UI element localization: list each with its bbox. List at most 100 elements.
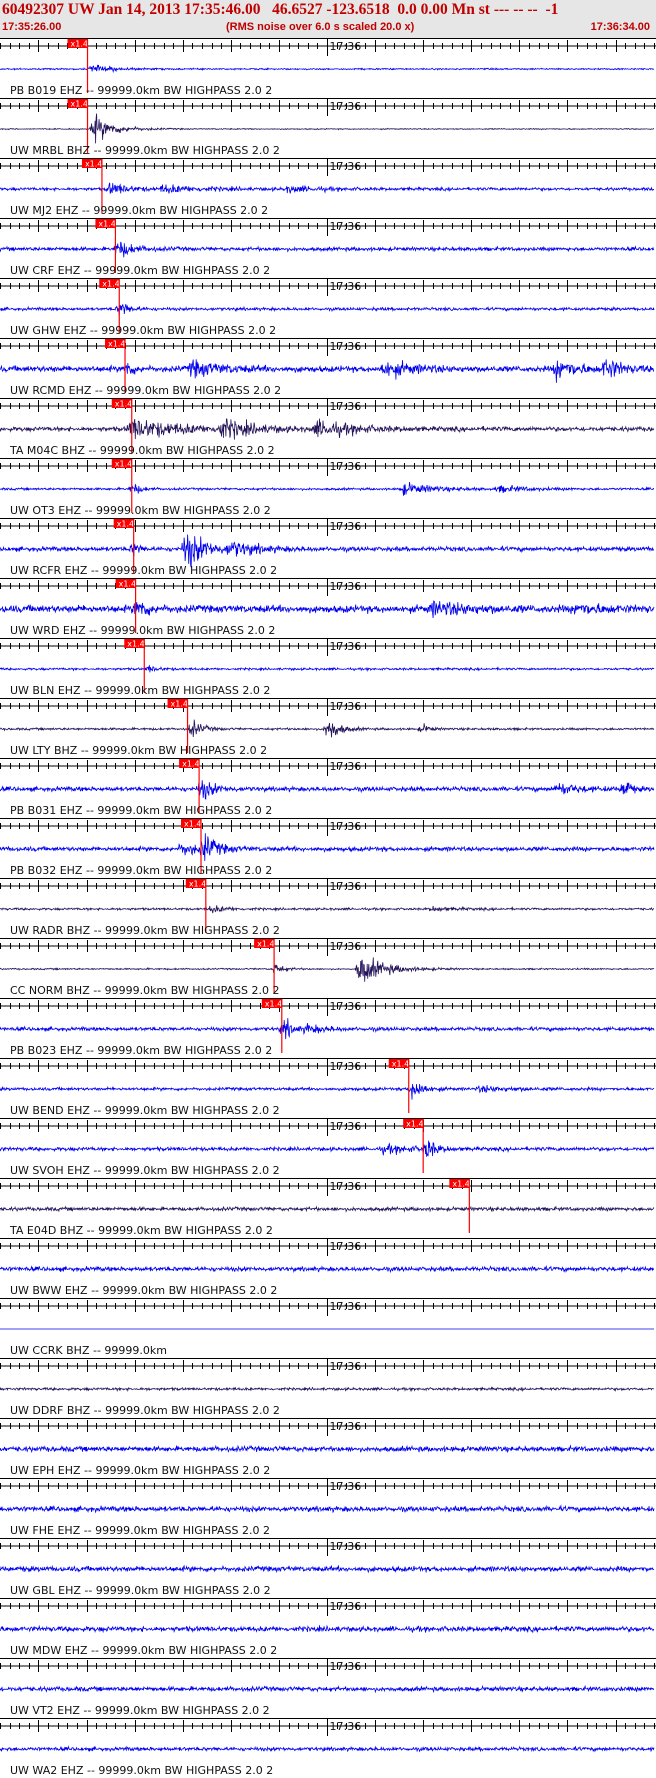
minute-label: 17:36	[330, 880, 362, 893]
minute-label: 17:36	[330, 640, 362, 653]
minute-label: 17:36	[330, 820, 362, 833]
waveform	[0, 905, 655, 914]
minute-label: 17:36	[330, 760, 362, 773]
waveform	[0, 241, 655, 258]
channel-label: UW GBL EHZ -- 99999.0km BW HIGHPASS 2.0 …	[10, 1584, 271, 1597]
waveform	[0, 719, 655, 738]
trace-panel: 17:36 x1.4 UW CRF EHZ -- 99999.0km BW HIGH…	[0, 218, 656, 277]
trace-panel: 17:36 x1.4 CC NORM BHZ -- 99999.0km BW HIG…	[0, 938, 656, 997]
channel-label: UW SVOH EHZ -- 99999.0km BW HIGHPASS 2.0…	[10, 1164, 280, 1177]
waveform	[0, 534, 655, 569]
waveform	[0, 1504, 655, 1514]
trace-panel: 17:36 UW BWW EHZ -- 99999.0km BW HIGHPASS…	[0, 1238, 656, 1297]
channel-label: UW GHW EHZ -- 99999.0km BW HIGHPASS 2.0 …	[10, 324, 276, 337]
pick-label: x1.4	[127, 640, 144, 649]
trace-panel: 17:36 UW FHE EHZ -- 99999.0km BW HIGHPASS…	[0, 1478, 656, 1537]
channel-label: TA M04C BHZ -- 99999.0km BW HIGHPASS 2.0…	[9, 444, 275, 457]
pick-label: x1.4	[119, 580, 136, 589]
waveform	[0, 1205, 655, 1213]
pick-label: x1.4	[189, 880, 206, 889]
trace-panel: 17:36 x1.4 UW SVOH EHZ -- 99999.0km BW HIG…	[0, 1118, 656, 1177]
trace-panel: 17:36 UW MDW EHZ -- 99999.0km BW HIGHPASS…	[0, 1598, 656, 1657]
trace-panel: 17:36 x1.4 UW BLN EHZ -- 99999.0km BW HIGH…	[0, 638, 656, 697]
trace-panel: 17:36 UW WA2 EHZ -- 99999.0km BW HIGHPASS…	[0, 1718, 656, 1777]
trace-panel: 17:36 x1.4 UW MJ2 EHZ -- 99999.0km BW HIGH…	[0, 158, 656, 217]
pick-label: x1.4	[115, 400, 132, 409]
waveform	[0, 1564, 655, 1574]
minute-label: 17:36	[330, 1480, 362, 1493]
trace-panel: 17:36 x1.4 PB B031 EHZ -- 99999.0km BW HIG…	[0, 758, 656, 817]
minute-label: 17:36	[330, 1360, 362, 1373]
trace-panel: 17:36 x1.4 UW BEND EHZ -- 99999.0km BW HIG…	[0, 1058, 656, 1117]
minute-label: 17:36	[330, 1000, 362, 1013]
trace-panel: 17:36 x1.4 UW GHW EHZ -- 99999.0km BW HIGH…	[0, 278, 656, 337]
channel-label: UW RCMD EHZ -- 99999.0km BW HIGHPASS 2.0…	[10, 384, 281, 397]
pick-label: x1.4	[171, 700, 188, 709]
trace-panel: 17:36 x1.4 PB B019 EHZ -- 99999.0km BW HIG…	[0, 38, 656, 97]
channel-label: PB B023 EHZ -- 99999.0km BW HIGHPASS 2.0…	[10, 1044, 272, 1057]
minute-label: 17:36	[330, 160, 362, 173]
event-title: 60492307 UW Jan 14, 2013 17:35:46.00 46.…	[2, 1, 559, 18]
channel-label: UW BEND EHZ -- 99999.0km BW HIGHPASS 2.0…	[10, 1104, 280, 1117]
waveform	[0, 1745, 655, 1753]
trace-panel: 17:36 x1.4 UW RCFR EHZ -- 99999.0km BW HIG…	[0, 518, 656, 577]
minute-label: 17:36	[330, 700, 362, 713]
waveform	[0, 1624, 655, 1634]
channel-label: UW CCRK BHZ -- 99999.0km	[10, 1344, 167, 1357]
waveform	[0, 600, 655, 619]
trace-panel: 17:36 x1.4 PB B032 EHZ -- 99999.0km BW HIG…	[0, 818, 656, 877]
pick-label: x1.4	[98, 220, 115, 229]
waveform	[0, 182, 655, 194]
channel-label: UW VT2 EHZ -- 99999.0km BW HIGHPASS 2.0 …	[10, 1704, 270, 1717]
minute-label: 17:36	[330, 520, 362, 533]
waveform	[0, 303, 655, 316]
waveform	[0, 1444, 655, 1454]
waveform	[0, 957, 655, 982]
minute-label: 17:36	[330, 1120, 362, 1133]
channel-label: UW OT3 EHZ -- 99999.0km BW HIGHPASS 2.0 …	[10, 504, 271, 517]
end-time-label: 17:36:34.00	[590, 21, 650, 33]
minute-label: 17:36	[330, 1300, 362, 1313]
minute-label: 17:36	[330, 1420, 362, 1433]
minute-label: 17:36	[330, 40, 362, 53]
pick-label: x1.4	[452, 1180, 469, 1189]
waveform	[0, 1386, 655, 1393]
trace-panel: 17:36 x1.4 UW WRD EHZ -- 99999.0km BW HIGH…	[0, 578, 656, 637]
minute-label: 17:36	[330, 220, 362, 233]
waveform	[0, 833, 655, 862]
waveform	[0, 780, 655, 800]
minute-label: 17:36	[330, 1540, 362, 1553]
pick-label: x1.4	[257, 940, 274, 949]
minute-label: 17:36	[330, 1660, 362, 1673]
trace-panel: 17:36 x1.4 TA M04C BHZ -- 99999.0km BW HIG…	[0, 398, 656, 457]
pick-label: x1.4	[117, 520, 134, 529]
minute-label: 17:36	[330, 1720, 362, 1733]
pick-label: x1.4	[108, 340, 125, 349]
channel-label: UW DDRF BHZ -- 99999.0km BW HIGHPASS 2.0…	[10, 1404, 280, 1417]
channel-label: TA E04D BHZ -- 99999.0km BW HIGHPASS 2.0…	[9, 1224, 273, 1237]
trace-panel: 17:36 UW DDRF BHZ -- 99999.0km BW HIGHPAS…	[0, 1358, 656, 1417]
waveform	[0, 1265, 655, 1274]
plot-header: 60492307 UW Jan 14, 2013 17:35:46.00 46.…	[0, 0, 656, 38]
channel-label: UW WA2 EHZ -- 99999.0km BW HIGHPASS 2.0 …	[10, 1764, 273, 1777]
start-time-label: 17:35:26.00	[2, 21, 62, 33]
minute-label: 17:36	[330, 1600, 362, 1613]
channel-label: UW RADR BHZ -- 99999.0km BW HIGHPASS 2.0…	[10, 924, 280, 937]
minute-label: 17:36	[330, 1060, 362, 1073]
channel-label: PB B032 EHZ -- 99999.0km BW HIGHPASS 2.0…	[10, 864, 272, 877]
waveform	[0, 664, 655, 673]
trace-panel: 17:36 x1.4 UW LTY BHZ -- 99999.0km BW HIGH…	[0, 698, 656, 757]
channel-label: UW FHE EHZ -- 99999.0km BW HIGHPASS 2.0 …	[10, 1524, 270, 1537]
pick-label: x1.4	[392, 1060, 409, 1069]
pick-label: x1.4	[71, 40, 88, 49]
channel-label: PB B031 EHZ -- 99999.0km BW HIGHPASS 2.0…	[10, 804, 272, 817]
minute-label: 17:36	[330, 460, 362, 473]
trace-panel: 17:36 x1.4 UW OT3 EHZ -- 99999.0km BW HIGH…	[0, 458, 656, 517]
minute-label: 17:36	[330, 100, 362, 113]
waveform	[0, 64, 655, 74]
trace-panel: 17:36 x1.4 UW RCMD EHZ -- 99999.0km BW HIG…	[0, 338, 656, 397]
minute-label: 17:36	[330, 940, 362, 953]
waveform	[0, 481, 654, 496]
channel-label: UW LTY BHZ -- 99999.0km BW HIGHPASS 2.0 …	[10, 744, 267, 757]
channel-label: UW WRD EHZ -- 99999.0km BW HIGHPASS 2.0 …	[10, 624, 275, 637]
